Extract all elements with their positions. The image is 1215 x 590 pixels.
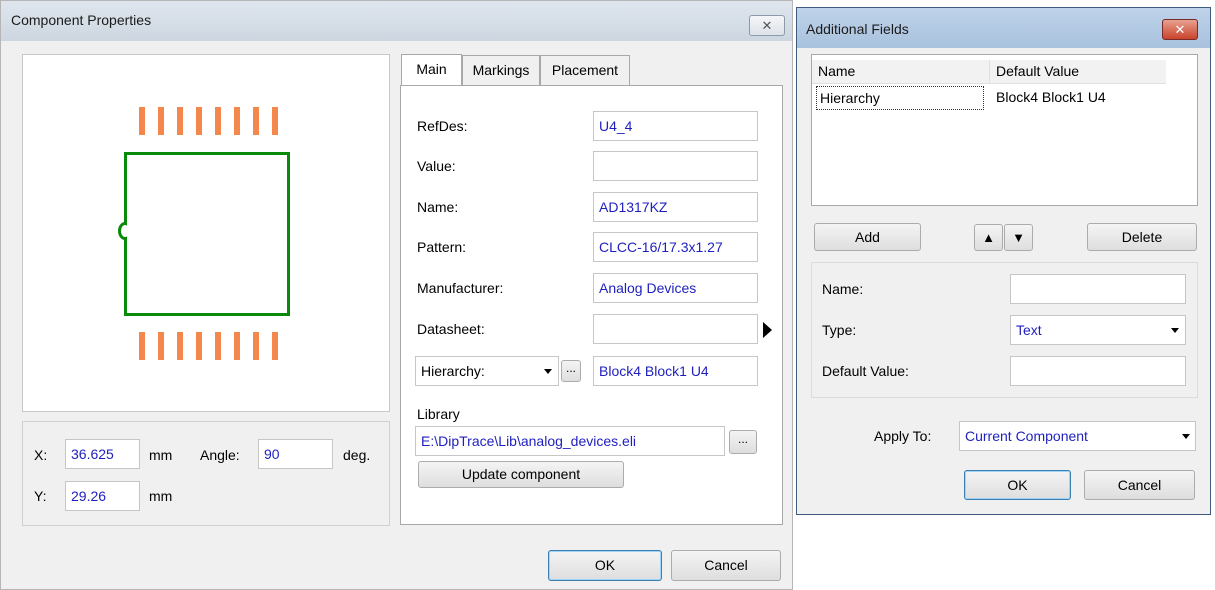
apply-to-value: Current Component — [965, 428, 1088, 444]
y-label: Y: — [34, 488, 47, 504]
chevron-down-icon — [544, 369, 552, 374]
name-input[interactable]: AD1317KZ — [593, 192, 758, 222]
manufacturer-input[interactable]: Analog Devices — [593, 273, 758, 303]
tab-markings[interactable]: Markings — [462, 55, 540, 86]
pad — [177, 332, 183, 360]
default-value-input[interactable] — [1010, 356, 1186, 386]
close-icon: ✕ — [761, 18, 773, 33]
pad — [177, 107, 183, 135]
tab-main[interactable]: Main — [401, 54, 462, 86]
pad — [272, 107, 278, 135]
value-input[interactable] — [593, 151, 758, 181]
pad — [234, 332, 240, 360]
refdes-input[interactable]: U4_4 — [593, 111, 758, 141]
pad — [215, 107, 221, 135]
close-button[interactable]: ✕ — [1162, 19, 1198, 40]
x-label: X: — [34, 447, 48, 463]
pattern-input[interactable]: CLCC-16/17.3x1.27 — [593, 232, 758, 262]
datasheet-input[interactable] — [593, 314, 758, 344]
angle-input[interactable]: 90 — [258, 439, 333, 469]
pad — [253, 332, 259, 360]
field-selector-dropdown[interactable]: Hierarchy: — [415, 356, 559, 386]
close-button[interactable]: ✕ — [749, 15, 785, 36]
row-default-value-cell: Block4 Block1 U4 — [996, 89, 1106, 105]
add-button[interactable]: Add — [814, 223, 921, 251]
name-input[interactable] — [1010, 274, 1186, 304]
y-unit: mm — [149, 488, 173, 504]
angle-label: Angle: — [200, 447, 240, 463]
library-label: Library — [417, 406, 460, 422]
pad — [158, 332, 164, 360]
value-label: Value: — [417, 158, 456, 174]
move-up-button[interactable]: ▲ — [974, 224, 1003, 251]
delete-button[interactable]: Delete — [1087, 223, 1197, 251]
apply-to-label: Apply To: — [874, 428, 932, 444]
title-bar: Additional Fields ✕ — [797, 8, 1210, 48]
close-icon: ✕ — [1174, 22, 1186, 37]
library-path-input[interactable]: E:\DipTrace\Lib\analog_devices.eli — [415, 426, 725, 456]
field-editor-panel: Name: Type: Text Default Value: — [811, 262, 1198, 398]
pad — [234, 107, 240, 135]
x-input[interactable]: 36.625 — [65, 439, 140, 469]
coordinates-panel: X: 36.625 mm Angle: 90 deg. Y: 29.26 mm — [22, 421, 390, 526]
chevron-down-icon — [1171, 328, 1179, 333]
field-browse-button[interactable]: ... — [561, 360, 581, 382]
type-dropdown-value: Text — [1016, 322, 1042, 338]
column-header-name[interactable]: Name — [812, 60, 990, 84]
column-header-default-value[interactable]: Default Value — [990, 60, 1166, 84]
top-pads — [139, 107, 279, 135]
additional-fields-window: Additional Fields ✕ Name Default Value H… — [796, 7, 1211, 515]
title-bar: Component Properties ✕ — [1, 1, 792, 41]
pad — [158, 107, 164, 135]
pad — [139, 332, 145, 360]
fields-list: Name Default Value Hierarchy Block4 Bloc… — [811, 54, 1198, 206]
datasheet-open-arrow-icon[interactable] — [763, 322, 773, 338]
name-label: Name: — [417, 199, 459, 215]
field-selector-value: Hierarchy: — [421, 363, 485, 379]
window-title: Component Properties — [11, 12, 152, 28]
hierarchy-input[interactable]: Block4 Block1 U4 — [593, 356, 758, 386]
pad — [139, 107, 145, 135]
window-title: Additional Fields — [806, 21, 909, 37]
cancel-button[interactable]: Cancel — [1084, 470, 1195, 500]
type-label: Type: — [822, 322, 857, 338]
pad — [253, 107, 259, 135]
x-unit: mm — [149, 447, 173, 463]
pad — [272, 332, 278, 360]
update-component-button[interactable]: Update component — [418, 461, 624, 488]
ok-button[interactable]: OK — [964, 470, 1071, 500]
library-browse-button[interactable]: ... — [729, 430, 757, 454]
pad — [196, 107, 202, 135]
table-row[interactable]: Hierarchy Block4 Block1 U4 — [812, 85, 1168, 111]
cancel-button[interactable]: Cancel — [671, 550, 781, 581]
main-tab-panel: RefDes: U4_4 Value: Name: AD1317KZ Patte… — [400, 85, 783, 525]
angle-unit: deg. — [343, 447, 371, 463]
arrow-up-icon: ▲ — [982, 230, 995, 245]
bottom-pads — [139, 332, 279, 360]
component-body-outline — [124, 152, 290, 316]
name-label: Name: — [822, 281, 864, 297]
refdes-label: RefDes: — [417, 118, 468, 134]
notch-mask — [127, 220, 136, 242]
arrow-down-icon: ▼ — [1012, 230, 1025, 245]
tab-placement[interactable]: Placement — [540, 55, 630, 86]
move-down-button[interactable]: ▼ — [1004, 224, 1033, 251]
ok-button[interactable]: OK — [548, 550, 662, 581]
row-name-cell: Hierarchy — [816, 86, 984, 110]
manufacturer-label: Manufacturer: — [417, 280, 504, 296]
datasheet-label: Datasheet: — [417, 321, 485, 337]
pad — [215, 332, 221, 360]
pattern-label: Pattern: — [417, 239, 467, 255]
apply-to-dropdown[interactable]: Current Component — [959, 421, 1196, 451]
type-dropdown[interactable]: Text — [1010, 315, 1186, 345]
y-input[interactable]: 29.26 — [65, 481, 140, 511]
component-properties-window: Component Properties ✕ X: 36.625 mm Angl… — [0, 0, 793, 590]
chevron-down-icon — [1182, 434, 1190, 439]
component-preview — [22, 54, 390, 412]
pad — [196, 332, 202, 360]
default-value-label: Default Value: — [822, 363, 909, 379]
